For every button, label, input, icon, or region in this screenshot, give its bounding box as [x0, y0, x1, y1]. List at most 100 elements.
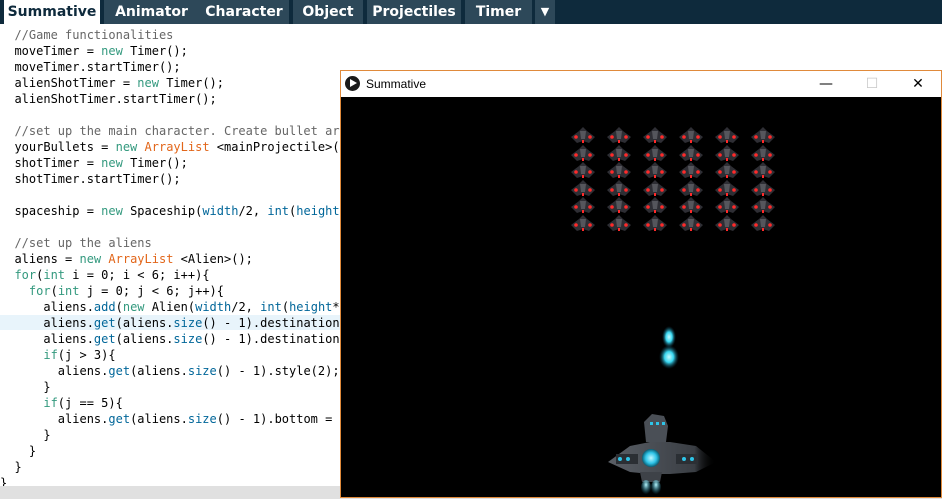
code-token: new — [137, 76, 159, 90]
alien-ship — [607, 162, 631, 178]
code-token: for — [0, 268, 37, 282]
code-token: Timer(); — [158, 76, 224, 90]
code-token: /2, — [238, 204, 268, 218]
code-token: } — [0, 444, 37, 458]
code-token: int — [57, 284, 80, 298]
code-token: new — [101, 156, 123, 170]
code-line[interactable]: } — [0, 459, 21, 475]
code-token: Spaceship( — [122, 204, 203, 218]
code-token: width — [202, 204, 239, 218]
code-line[interactable]: shotTimer = new Timer(); — [0, 155, 188, 171]
code-token: aliens. — [0, 364, 109, 378]
alien-ship — [751, 144, 775, 161]
alien-ship — [751, 214, 775, 231]
code-line[interactable]: alienShotTimer.startTimer(); — [0, 91, 217, 107]
alien-ship — [715, 127, 739, 143]
tab-timer[interactable]: Timer — [465, 0, 532, 24]
sketch-window-titlebar[interactable]: Summative — ☐ ✕ — [341, 71, 941, 97]
code-line[interactable]: spaceship = new Spaceship(width/2, int(h… — [0, 203, 346, 219]
code-token: for — [0, 284, 51, 298]
code-line[interactable]: aliens.get(aliens.size() - 1).destinatio… — [0, 331, 346, 347]
code-line[interactable]: aliens = new ArrayList <Alien>(); — [0, 251, 252, 267]
code-token: } — [0, 380, 51, 394]
code-token: aliens. — [0, 300, 94, 314]
code-token: alienShotTimer = — [0, 76, 138, 90]
code-token: aliens. — [0, 316, 94, 330]
code-token: () - 1).style(2); — [216, 364, 340, 378]
alien-ship — [751, 162, 775, 178]
code-line[interactable]: if(j > 3){ — [0, 347, 115, 363]
code-token: //set up the aliens — [0, 236, 152, 250]
tab-summative[interactable]: Summative — [4, 0, 100, 24]
code-line[interactable]: yourBullets = new ArrayList <mainProject… — [0, 139, 346, 155]
code-token: Timer(); — [122, 44, 188, 58]
code-line[interactable]: alienShotTimer = new Timer(); — [0, 75, 224, 91]
code-token: add — [93, 300, 116, 314]
code-token: Timer(); — [122, 156, 188, 170]
alien-ship — [751, 179, 775, 196]
tab-overflow-dropdown-icon[interactable]: ▼ — [535, 0, 555, 24]
code-token: moveTimer.startTimer(); — [0, 60, 181, 74]
code-line[interactable]: aliens.add(new Alien(width/2, int(height… — [0, 299, 347, 315]
code-line[interactable]: for(int j = 0; j < 6; j++){ — [0, 283, 224, 299]
code-line[interactable]: } — [0, 427, 51, 443]
code-token: size — [173, 332, 203, 346]
code-line[interactable]: //set up the main character. Create bull… — [0, 123, 346, 139]
game-canvas[interactable] — [341, 97, 941, 497]
alien-ship — [679, 197, 703, 213]
code-line[interactable]: } — [0, 379, 51, 395]
alien-ship — [607, 127, 631, 143]
sketch-window[interactable]: Summative — ☐ ✕ — [340, 70, 942, 498]
close-button[interactable]: ✕ — [895, 71, 941, 97]
minimize-button[interactable]: — — [803, 71, 849, 97]
code-token: (j == 5){ — [57, 396, 123, 410]
code-line[interactable]: //set up the aliens — [0, 235, 152, 251]
code-token: } — [0, 428, 51, 442]
alien-ship — [751, 197, 775, 213]
alien-ship — [715, 197, 739, 213]
code-line[interactable]: //Game functionalities — [0, 27, 173, 43]
code-token: size — [187, 412, 217, 426]
code-token: /2, — [231, 300, 261, 314]
tab-projectiles[interactable]: Projectiles — [367, 0, 461, 24]
code-token: size — [187, 364, 217, 378]
alien-ship — [571, 144, 595, 161]
alien-ship — [715, 214, 739, 231]
code-line[interactable]: } — [0, 443, 36, 459]
code-line[interactable]: aliens.get(aliens.size() - 1).style(2); — [0, 363, 340, 379]
code-token: get — [93, 316, 116, 330]
code-line[interactable]: aliens.get(aliens.size() - 1).destinatio… — [0, 315, 346, 331]
code-token: yourBullets = — [0, 140, 116, 154]
code-line[interactable]: if(j == 5){ — [0, 395, 123, 411]
code-token: Alien( — [144, 300, 196, 314]
code-token: if — [0, 396, 58, 410]
player-projectile — [659, 326, 679, 369]
code-token: alienShotTimer.startTimer(); — [0, 92, 217, 106]
alien-ship — [607, 214, 631, 231]
code-token: height — [296, 204, 340, 218]
alien-ship — [679, 162, 703, 178]
tab-object[interactable]: Object — [293, 0, 363, 24]
tab-character[interactable]: Character — [199, 0, 289, 24]
code-token: i = 0; i < 6; i++){ — [65, 268, 210, 282]
code-line[interactable]: aliens.get(aliens.size() - 1).bottom = t — [0, 411, 347, 427]
code-token: (aliens. — [115, 316, 174, 330]
player-spaceship — [608, 414, 716, 496]
alien-ship — [643, 197, 667, 213]
code-line[interactable]: moveTimer.startTimer(); — [0, 59, 181, 75]
code-token: if — [0, 348, 58, 362]
alien-ship — [571, 127, 595, 143]
code-token: ArrayList — [108, 252, 174, 266]
maximize-button[interactable]: ☐ — [849, 71, 895, 97]
code-line[interactable]: moveTimer = new Timer(); — [0, 43, 188, 59]
alien-ship — [607, 144, 631, 161]
alien-ship — [643, 144, 667, 161]
code-token: new — [79, 252, 102, 266]
processing-play-icon — [345, 76, 360, 91]
code-token: height — [289, 300, 333, 314]
code-token: get — [108, 412, 131, 426]
tab-animator[interactable]: Animator — [104, 0, 199, 24]
code-line[interactable]: shotTimer.startTimer(); — [0, 171, 180, 187]
code-line[interactable]: for(int i = 0; i < 6; i++){ — [0, 267, 210, 283]
alien-ship — [715, 144, 739, 161]
